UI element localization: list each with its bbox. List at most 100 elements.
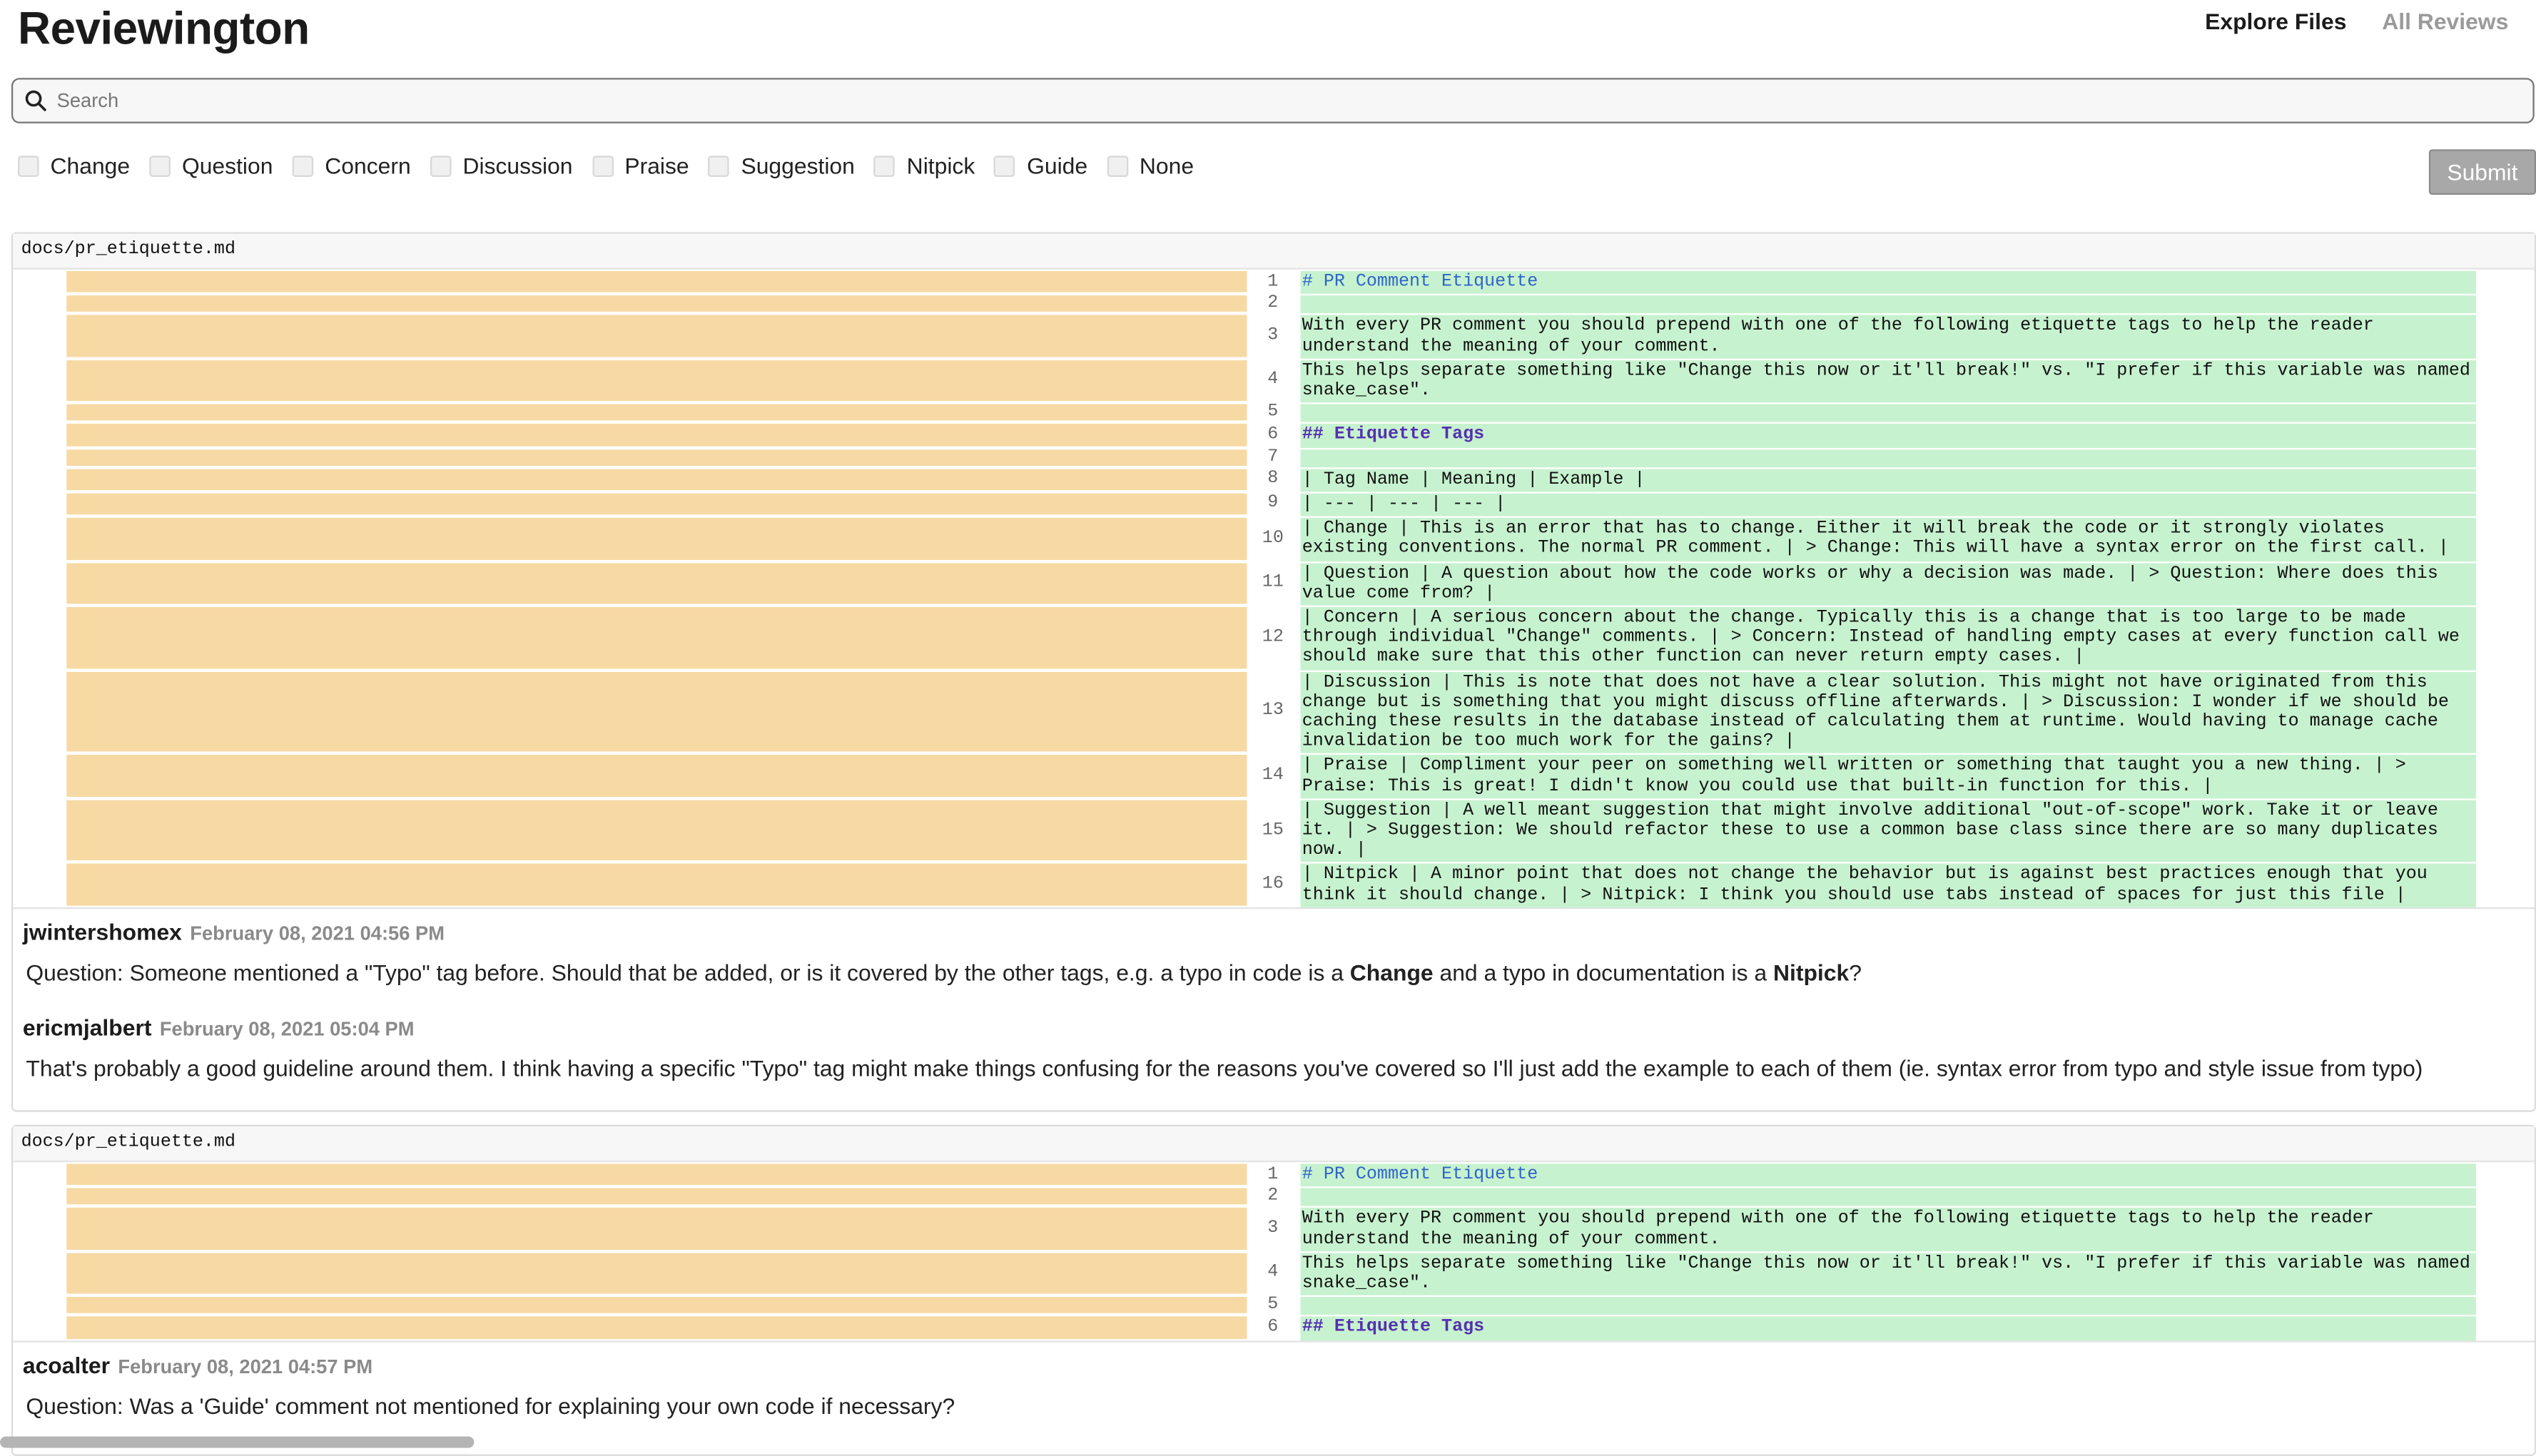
line-number[interactable]: 4 <box>1247 1251 1299 1295</box>
comment-author: acoalter <box>22 1351 111 1378</box>
line-number[interactable]: 14 <box>1247 754 1299 798</box>
diff-line[interactable]: 12 | Concern | A serious concern about th… <box>13 605 2535 670</box>
diff-line[interactable]: 1 # PR Comment Etiquette <box>13 1162 2535 1187</box>
filter-concern[interactable]: Concern <box>292 153 411 178</box>
filter-label: None <box>1139 152 1195 179</box>
diff-line[interactable]: 10 | Change | This is an error that has t… <box>13 516 2535 561</box>
code-line: With every PR comment you should prepend… <box>1300 1206 2476 1251</box>
diff-line[interactable]: 2 <box>13 1186 2535 1207</box>
filter-label: Discussion <box>462 152 573 179</box>
nav-all-reviews[interactable]: All Reviews <box>2382 8 2508 34</box>
code-line: With every PR comment you should prepend… <box>1300 314 2476 359</box>
horizontal-scrollbar[interactable] <box>0 1436 475 1448</box>
filter-checkbox[interactable] <box>708 155 730 176</box>
diff-line[interactable]: 4 This helps separate something like "Cha… <box>13 1251 2535 1296</box>
filter-none[interactable]: None <box>1107 153 1194 178</box>
line-number[interactable]: 4 <box>1247 358 1299 402</box>
diff-line[interactable]: 7 <box>13 447 2535 467</box>
diff-old-side <box>66 671 1247 753</box>
diff-line[interactable]: 4 This helps separate something like "Cha… <box>13 358 2535 403</box>
line-number[interactable]: 9 <box>1247 492 1299 516</box>
line-number[interactable]: 3 <box>1247 314 1299 358</box>
line-number[interactable]: 12 <box>1247 606 1299 670</box>
file-path[interactable]: docs/pr_etiquette.md <box>13 233 2535 270</box>
diff-old-side <box>66 469 1247 491</box>
diff-old-side <box>66 449 1247 466</box>
filter-checkbox[interactable] <box>292 155 314 176</box>
line-number[interactable]: 5 <box>1247 1295 1299 1315</box>
line-number[interactable]: 10 <box>1247 516 1299 561</box>
filter-question[interactable]: Question <box>149 153 273 178</box>
diff-old-side <box>66 1188 1247 1206</box>
comment-text: ? <box>1849 959 1862 985</box>
line-number[interactable]: 6 <box>1247 1315 1299 1340</box>
code-line: | Discussion | This is note that does no… <box>1300 669 2476 754</box>
filter-checkbox[interactable] <box>1107 155 1128 176</box>
filter-checkbox[interactable] <box>874 155 896 176</box>
comment-tag-emphasis: Nitpick <box>1772 959 1850 985</box>
diff-line[interactable]: 6 ## Etiquette Tags <box>13 422 2535 448</box>
filter-checkbox[interactable] <box>430 155 452 176</box>
comment-author: ericmjalbert <box>22 1014 152 1041</box>
comment-date: February 08, 2021 05:04 PM <box>159 1017 415 1041</box>
diff-line[interactable]: 9 | --- | --- | --- | <box>13 492 2535 516</box>
comment-body: That's probably a good guideline around … <box>23 1055 2535 1081</box>
file-path[interactable]: docs/pr_etiquette.md <box>13 1126 2535 1163</box>
code-line <box>1300 294 2476 315</box>
comment-author: jwintershomex <box>22 918 182 945</box>
diff-line[interactable]: 2 <box>13 294 2535 315</box>
line-number[interactable]: 13 <box>1247 670 1299 754</box>
line-number[interactable]: 15 <box>1247 798 1299 862</box>
diff-line[interactable]: 14 | Praise | Compliment your peer on som… <box>13 753 2535 799</box>
filter-change[interactable]: Change <box>18 153 130 178</box>
diff-line[interactable]: 15 | Suggestion | A well meant suggestion… <box>13 798 2535 863</box>
diff-line[interactable]: 11 | Question | A question about how the … <box>13 561 2535 606</box>
filter-suggestion[interactable]: Suggestion <box>708 152 855 179</box>
code-line: | Change | This is an error that has to … <box>1300 516 2476 561</box>
code-line <box>1300 1295 2476 1315</box>
tag-filters: Change Question Concern Discussion Praise Sug… <box>18 153 1213 178</box>
filter-praise[interactable]: Praise <box>592 153 689 178</box>
filter-checkbox[interactable] <box>592 155 614 176</box>
line-number[interactable]: 3 <box>1247 1206 1299 1251</box>
filter-label: Guide <box>1027 152 1088 179</box>
code-line: | Tag Name | Meaning | Example | <box>1300 467 2476 492</box>
comment-tag-emphasis: Change <box>1349 959 1434 985</box>
comment-date: February 08, 2021 04:56 PM <box>190 922 445 945</box>
line-number[interactable]: 1 <box>1247 270 1299 295</box>
code-line: | Concern | A serious concern about the … <box>1300 605 2476 670</box>
top-nav: Explore Files All Reviews <box>2176 8 2508 34</box>
nav-explore-files[interactable]: Explore Files <box>2205 8 2346 34</box>
search-input[interactable]: Search <box>11 78 2535 123</box>
filter-checkbox[interactable] <box>994 155 1016 176</box>
diff-line[interactable]: 8 | Tag Name | Meaning | Example | <box>13 467 2535 492</box>
line-number[interactable]: 7 <box>1247 447 1299 467</box>
diff-line[interactable]: 3 With every PR comment you should prepen… <box>13 1206 2535 1251</box>
line-number[interactable]: 2 <box>1247 1187 1299 1207</box>
filter-nitpick[interactable]: Nitpick <box>874 153 975 178</box>
submit-button[interactable]: Submit <box>2428 149 2536 195</box>
filter-discussion[interactable]: Discussion <box>430 153 573 178</box>
filter-label: Suggestion <box>741 152 855 179</box>
diff-line[interactable]: 16 | Nitpick | A minor point that does no… <box>13 862 2535 907</box>
filter-checkbox[interactable] <box>18 155 39 176</box>
line-number[interactable]: 2 <box>1247 294 1299 314</box>
line-number[interactable]: 6 <box>1247 422 1299 447</box>
filter-label: Praise <box>624 152 689 179</box>
filter-guide[interactable]: Guide <box>994 152 1088 179</box>
diff-line[interactable]: 1 # PR Comment Etiquette <box>13 269 2535 295</box>
diff-line[interactable]: 13 | Discussion | This is note that does … <box>13 669 2535 754</box>
filter-checkbox[interactable] <box>149 155 171 176</box>
line-number[interactable]: 8 <box>1247 467 1299 492</box>
diff-line[interactable]: 6 ## Etiquette Tags <box>13 1315 2535 1340</box>
diff-line[interactable]: 5 <box>13 402 2535 423</box>
line-number[interactable]: 5 <box>1247 403 1299 423</box>
code-line: # PR Comment Etiquette <box>1300 1162 2476 1187</box>
line-number[interactable]: 16 <box>1247 862 1299 907</box>
line-number[interactable]: 1 <box>1247 1162 1299 1187</box>
review-block: docs/pr_etiquette.md 1 # PR Comment Etique… <box>11 1124 2536 1456</box>
diff-old-side <box>66 1164 1247 1186</box>
diff-line[interactable]: 5 <box>13 1295 2535 1315</box>
line-number[interactable]: 11 <box>1247 561 1299 605</box>
diff-line[interactable]: 3 With every PR comment you should prepen… <box>13 314 2535 359</box>
